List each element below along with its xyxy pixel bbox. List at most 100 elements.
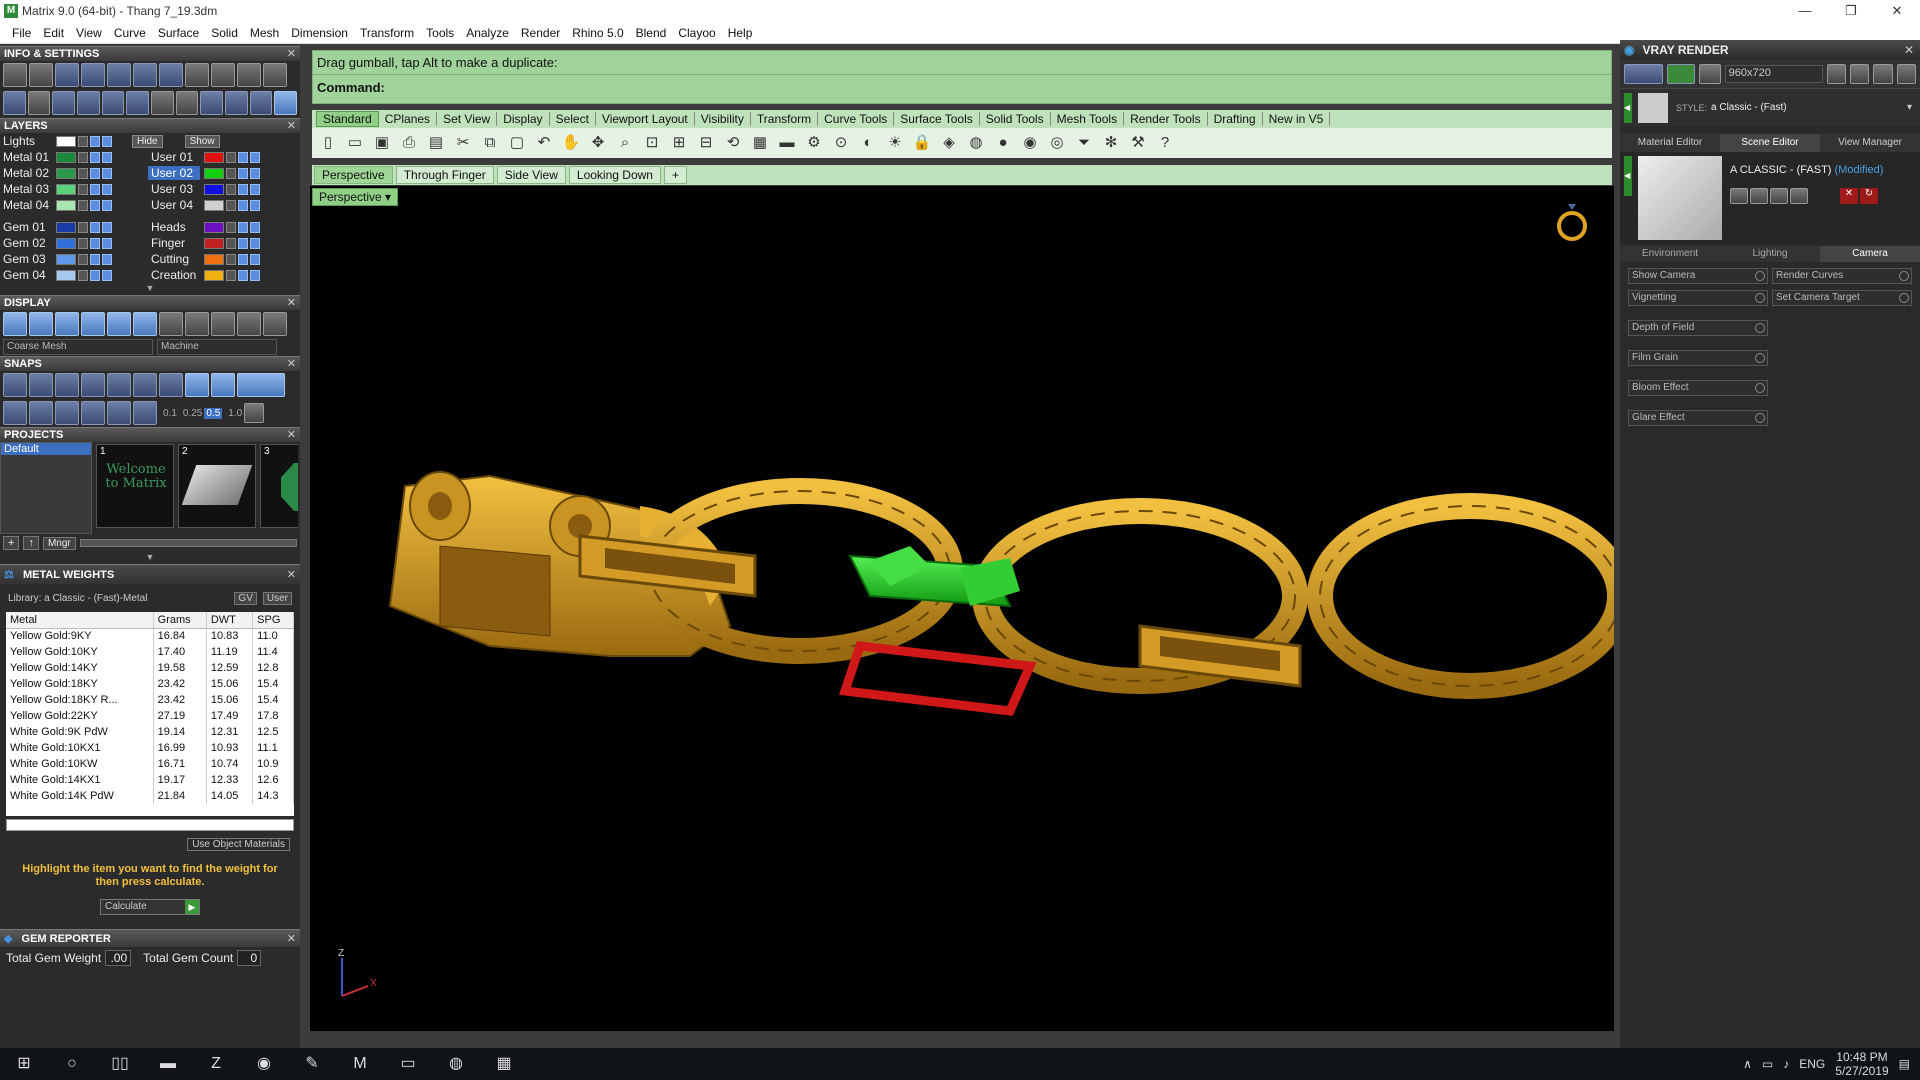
layer-name[interactable]: Metal 04 [0, 198, 52, 212]
move-icon[interactable]: ✥ [586, 132, 610, 154]
user-toggle[interactable]: User [262, 591, 292, 605]
export-icon[interactable] [263, 63, 287, 87]
orbit-ring-icon[interactable] [1557, 204, 1587, 241]
table-row[interactable]: Yellow Gold:14KY 19.58 12.59 12.8 [6, 660, 294, 676]
lights-swatch[interactable] [56, 135, 76, 147]
layer-lock-icon[interactable] [78, 237, 88, 249]
snap-icon[interactable]: ⊙ [829, 132, 853, 154]
task-view-icon[interactable]: ▯▯ [96, 1048, 144, 1080]
layer-color-swatch[interactable] [56, 237, 76, 249]
chrome-icon[interactable]: ◉ [240, 1048, 288, 1080]
camera-option-toggle[interactable]: Depth of Field [1628, 320, 1768, 336]
project-thumbnail[interactable]: 3 [260, 444, 298, 528]
diamond-icon[interactable] [107, 401, 131, 425]
file-explorer-icon[interactable]: ▬ [144, 1048, 192, 1080]
add-view-button[interactable]: + [663, 166, 687, 184]
layer-row[interactable]: User 04 [148, 197, 300, 213]
layer-name[interactable]: Finger [148, 236, 200, 250]
table-row[interactable]: White Gold:14K PdW 21.84 14.05 14.3 [6, 788, 294, 804]
filter-icon[interactable]: ⏷ [1072, 132, 1096, 154]
layer-visible-icon[interactable] [238, 269, 248, 281]
chevron-up-icon[interactable]: ∧ [1743, 1057, 1752, 1071]
zoom-icon[interactable]: ⌕ [613, 132, 637, 154]
toolbar-tab[interactable]: New in V5 [1263, 112, 1331, 126]
shaded-icon[interactable] [29, 312, 53, 336]
chevron-down-icon[interactable]: ▾ [1907, 102, 1912, 113]
layer-select-icon[interactable] [250, 167, 260, 179]
sphere-gray-icon[interactable] [185, 312, 209, 336]
end-snap-icon[interactable] [3, 373, 27, 397]
wireframe-icon[interactable] [3, 312, 27, 336]
head-icon[interactable] [225, 91, 248, 115]
zalo-icon[interactable]: Z [192, 1048, 240, 1080]
layer-visible-icon[interactable] [90, 151, 100, 163]
layer-name[interactable]: User 04 [148, 198, 200, 212]
menu-item[interactable]: Clayoo [672, 26, 721, 40]
metal-weights-table[interactable]: Metal Grams DWT SPG Yellow Gold:9KY 16.84 10.8… [6, 612, 294, 816]
layer-color-swatch[interactable] [56, 167, 76, 179]
notifications-icon[interactable]: ▤ [1899, 1057, 1910, 1071]
line-icon[interactable] [81, 401, 105, 425]
prong-icon[interactable] [249, 91, 273, 115]
image-icon[interactable] [1896, 64, 1917, 84]
tool-icon[interactable] [185, 63, 209, 87]
layer-color-swatch[interactable] [204, 269, 224, 281]
layer-color-swatch[interactable] [56, 199, 76, 211]
layer-color-swatch[interactable] [204, 199, 224, 211]
vray-tab[interactable]: Scene Editor [1720, 134, 1820, 152]
snap-value[interactable]: 1.0 [228, 408, 242, 419]
camera-icon[interactable] [1699, 64, 1721, 84]
layer-select-icon[interactable] [250, 253, 260, 265]
layer-lock-icon[interactable] [226, 167, 236, 179]
monitor-icon[interactable] [27, 91, 51, 115]
close-icon[interactable]: ✕ [287, 47, 296, 62]
view-tab[interactable]: Through Finger [395, 166, 494, 184]
toolbar-tab[interactable]: Set View [437, 112, 498, 126]
grid-icon[interactable] [3, 91, 26, 115]
table-row[interactable]: White Gold:14KX1 19.17 12.33 12.6 [6, 772, 294, 788]
list-icon[interactable] [1873, 64, 1893, 84]
zoom-selected-icon[interactable]: ⊟ [694, 132, 718, 154]
toolbar-tab[interactable]: Standard [316, 111, 379, 127]
layer-visible-icon[interactable] [90, 253, 100, 265]
layer-name[interactable]: User 03 [148, 182, 200, 196]
layer-row[interactable]: Heads [148, 219, 300, 235]
minimize-button[interactable]: — [1782, 0, 1828, 22]
import-icon[interactable]: ▤ [424, 132, 448, 154]
cursor-icon[interactable] [126, 91, 150, 115]
language-indicator[interactable]: ENG [1799, 1057, 1825, 1071]
camera-option-toggle[interactable]: Film Grain [1628, 350, 1768, 366]
layer-color-swatch[interactable] [204, 253, 224, 265]
layer-name[interactable]: Heads [148, 220, 200, 234]
style-value[interactable]: a Classic - (Fast) [1711, 102, 1787, 113]
layer-row[interactable]: Creation [148, 267, 300, 283]
layer-row[interactable]: User 03 [148, 181, 300, 197]
layer-color-swatch[interactable] [56, 151, 76, 163]
layer-visible-icon[interactable] [238, 183, 248, 195]
close-icon[interactable]: ✕ [287, 428, 296, 443]
layer-select-icon[interactable] [102, 167, 112, 179]
reset-icon[interactable]: ↻ [1860, 188, 1878, 204]
load-icon[interactable] [1790, 188, 1808, 204]
close-icon[interactable]: ✕ [287, 930, 296, 948]
point-snap-icon[interactable] [55, 373, 79, 397]
add-project-button[interactable]: + [3, 536, 20, 550]
grid-snap-icon[interactable] [3, 401, 27, 425]
toolbar-tab[interactable]: Visibility [695, 112, 751, 126]
cube-icon[interactable] [52, 91, 76, 115]
table-row[interactable]: White Gold:10KX1 16.99 10.93 11.1 [6, 740, 294, 756]
layer-color-swatch[interactable] [204, 183, 224, 195]
scene-sub-tab[interactable]: Environment [1620, 246, 1720, 262]
grid-toggle-icon[interactable] [244, 403, 265, 423]
layer-lock-icon[interactable] [78, 269, 88, 281]
command-prompt[interactable]: Command: [313, 75, 1611, 100]
menu-item[interactable]: Blend [630, 26, 673, 40]
sphere-gray-icon[interactable] [263, 312, 287, 336]
table-row[interactable]: Yellow Gold:22KY 27.19 17.49 17.8 [6, 708, 294, 724]
render-icon[interactable]: ◉ [1018, 132, 1042, 154]
layers-expander-icon[interactable]: ▼ [0, 283, 300, 295]
layer-color-swatch[interactable] [204, 151, 224, 163]
table-row[interactable]: Yellow Gold:10KY 17.40 11.19 11.4 [6, 644, 294, 660]
xray-icon[interactable] [107, 312, 131, 336]
layer-select-icon[interactable] [102, 151, 112, 163]
